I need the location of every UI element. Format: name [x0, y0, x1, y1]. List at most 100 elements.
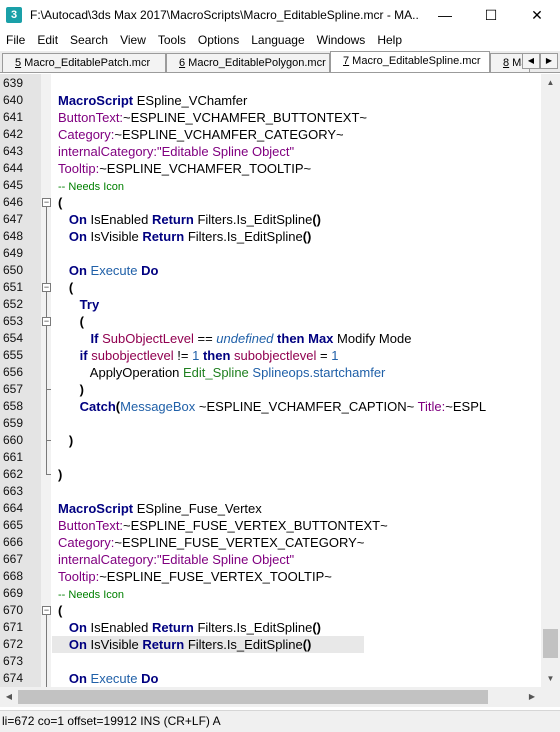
- tab-macro-editablespline[interactable]: 7 Macro_EditableSpline.mcr: [330, 51, 490, 72]
- code-text: On IsVisible Return Filters.Is_EditSplin…: [58, 636, 312, 653]
- code-token: ~ESPLINE_VCHAMFER_CATEGORY~: [114, 127, 344, 142]
- code-line[interactable]: 661: [0, 449, 541, 466]
- menu-options[interactable]: Options: [192, 33, 245, 47]
- code-token: ApplyOperation: [58, 365, 184, 380]
- code-line[interactable]: 673: [0, 653, 541, 670]
- fold-collapse-icon[interactable]: −: [42, 317, 51, 326]
- vertical-scrollbar[interactable]: [541, 74, 560, 687]
- fold-collapse-icon[interactable]: −: [42, 198, 51, 207]
- code-token: On: [68, 620, 87, 635]
- code-line[interactable]: 662): [0, 466, 541, 483]
- code-line[interactable]: 666 Category:~ESPLINE_FUSE_VERTEX_CATEGOR…: [0, 534, 541, 551]
- line-number: 664: [3, 501, 24, 515]
- code-text: (: [58, 194, 62, 211]
- line-number: 669: [3, 586, 24, 600]
- tab-bar: 5 Macro_EditablePatch.mcr 6 Macro_Editab…: [0, 51, 560, 73]
- menu-tools[interactable]: Tools: [152, 33, 192, 47]
- menu-view[interactable]: View: [114, 33, 152, 47]
- code-text: On IsEnabled Return Filters.Is_EditSplin…: [58, 211, 321, 228]
- code-token: (): [302, 229, 312, 244]
- code-token: (): [312, 620, 322, 635]
- code-line[interactable]: 652 Try: [0, 296, 541, 313]
- code-text: Catch(MessageBox ~ESPLINE_VCHAMFER_CAPTI…: [58, 398, 486, 415]
- code-line[interactable]: 659: [0, 415, 541, 432]
- code-text: On Execute Do: [58, 262, 159, 279]
- line-number: 652: [3, 297, 24, 311]
- fold-collapse-icon[interactable]: −: [42, 283, 51, 292]
- code-line[interactable]: 674 On Execute Do: [0, 670, 541, 687]
- code-token: IsEnabled: [86, 212, 152, 227]
- code-token: Return: [151, 212, 194, 227]
- menu-help[interactable]: Help: [371, 33, 408, 47]
- menu-file[interactable]: File: [0, 33, 31, 47]
- code-line[interactable]: 656 ApplyOperation Edit_Spline Splineops…: [0, 364, 541, 381]
- code-line[interactable]: 645 -- Needs Icon: [0, 177, 541, 194]
- code-editor[interactable]: 639 640 MacroScript ESpline_VChamfer 641 But…: [0, 74, 541, 687]
- tab-scroll-left-button[interactable]: ◀: [522, 53, 540, 69]
- line-number: 648: [3, 229, 24, 243]
- menu-search[interactable]: Search: [64, 33, 114, 47]
- menu-edit[interactable]: Edit: [31, 33, 64, 47]
- code-line[interactable]: 671 On IsEnabled Return Filters.Is_EditS…: [0, 619, 541, 636]
- tab-macro-editablepatch[interactable]: 5 Macro_EditablePatch.mcr: [2, 53, 166, 72]
- code-token: (: [58, 195, 63, 210]
- minimize-button[interactable]: —: [422, 0, 468, 30]
- code-line[interactable]: 667 internalCategory:"Editable Spline Obj…: [0, 551, 541, 568]
- tab-label: Macro_EditablePatch.mcr: [21, 57, 151, 69]
- line-number: 653: [3, 314, 24, 328]
- code-line[interactable]: 664 MacroScript ESpline_Fuse_Vertex: [0, 500, 541, 517]
- scroll-up-icon[interactable]: ▲: [541, 74, 560, 91]
- code-token: ~ESPLINE_VCHAMFER_CAPTION~: [195, 399, 418, 414]
- scroll-right-icon[interactable]: ▶: [523, 687, 541, 707]
- fold-collapse-icon[interactable]: −: [42, 606, 51, 615]
- code-token: On: [68, 671, 87, 686]
- code-token: Tooltip:: [58, 161, 100, 176]
- close-button[interactable]: ✕: [514, 0, 560, 30]
- code-line[interactable]: 655 if subobjectlevel != 1 then subobjec…: [0, 347, 541, 364]
- code-token: ~ESPLINE_FUSE_VERTEX_TOOLTIP~: [99, 569, 332, 584]
- tab-macro-editablepolygon[interactable]: 6 Macro_EditablePolygon.mcr: [166, 53, 330, 72]
- menu-language[interactable]: Language: [245, 33, 310, 47]
- code-line[interactable]: 643 internalCategory:"Editable Spline Obj…: [0, 143, 541, 160]
- code-line[interactable]: 653 (: [0, 313, 541, 330]
- code-line[interactable]: 647 On IsEnabled Return Filters.Is_EditS…: [0, 211, 541, 228]
- code-line[interactable]: 658 Catch(MessageBox ~ESPLINE_VCHAMFER_C…: [0, 398, 541, 415]
- horizontal-scroll-thumb[interactable]: [18, 690, 488, 704]
- code-token: SubObjectLevel: [102, 331, 194, 346]
- code-line[interactable]: 657 ): [0, 381, 541, 398]
- code-line[interactable]: 654 If SubObjectLevel == undefined then …: [0, 330, 541, 347]
- tab-scroll-right-button[interactable]: ▶: [540, 53, 558, 69]
- code-line[interactable]: 646 (: [0, 194, 541, 211]
- code-line[interactable]: 668 Tooltip:~ESPLINE_FUSE_VERTEX_TOOLTIP~: [0, 568, 541, 585]
- scroll-down-icon[interactable]: ▼: [541, 670, 560, 687]
- scroll-left-icon[interactable]: ◀: [0, 687, 18, 707]
- maximize-button[interactable]: ☐: [468, 0, 514, 30]
- code-line[interactable]: 660 ): [0, 432, 541, 449]
- code-line[interactable]: 641 ButtonText:~ESPLINE_VCHAMFER_BUTTONTE…: [0, 109, 541, 126]
- code-line[interactable]: 663: [0, 483, 541, 500]
- line-number: 656: [3, 365, 24, 379]
- code-line[interactable]: 644 Tooltip:~ESPLINE_VCHAMFER_TOOLTIP~: [0, 160, 541, 177]
- line-number: 670: [3, 603, 24, 617]
- code-line[interactable]: 642 Category:~ESPLINE_VCHAMFER_CATEGORY~: [0, 126, 541, 143]
- menu-windows[interactable]: Windows: [311, 33, 372, 47]
- line-number: 661: [3, 450, 24, 464]
- code-line[interactable]: 639: [0, 75, 541, 92]
- code-line[interactable]: 665 ButtonText:~ESPLINE_FUSE_VERTEX_BUTTO…: [0, 517, 541, 534]
- code-token: ): [58, 467, 63, 482]
- code-line[interactable]: 648 On IsVisible Return Filters.Is_EditS…: [0, 228, 541, 245]
- code-token: 1: [331, 348, 339, 363]
- vertical-scroll-thumb[interactable]: [543, 629, 558, 658]
- code-line[interactable]: 669 -- Needs Icon: [0, 585, 541, 602]
- code-text: Category:~ESPLINE_VCHAMFER_CATEGORY~: [58, 126, 344, 143]
- code-line[interactable]: 670 (: [0, 602, 541, 619]
- code-token: !=: [173, 348, 193, 363]
- code-token: Return: [142, 637, 185, 652]
- code-line[interactable]: 649: [0, 245, 541, 262]
- code-line[interactable]: 672 On IsVisible Return Filters.Is_EditS…: [0, 636, 541, 653]
- code-line[interactable]: 640 MacroScript ESpline_VChamfer: [0, 92, 541, 109]
- code-line[interactable]: 650 On Execute Do: [0, 262, 541, 279]
- code-line[interactable]: 651 (: [0, 279, 541, 296]
